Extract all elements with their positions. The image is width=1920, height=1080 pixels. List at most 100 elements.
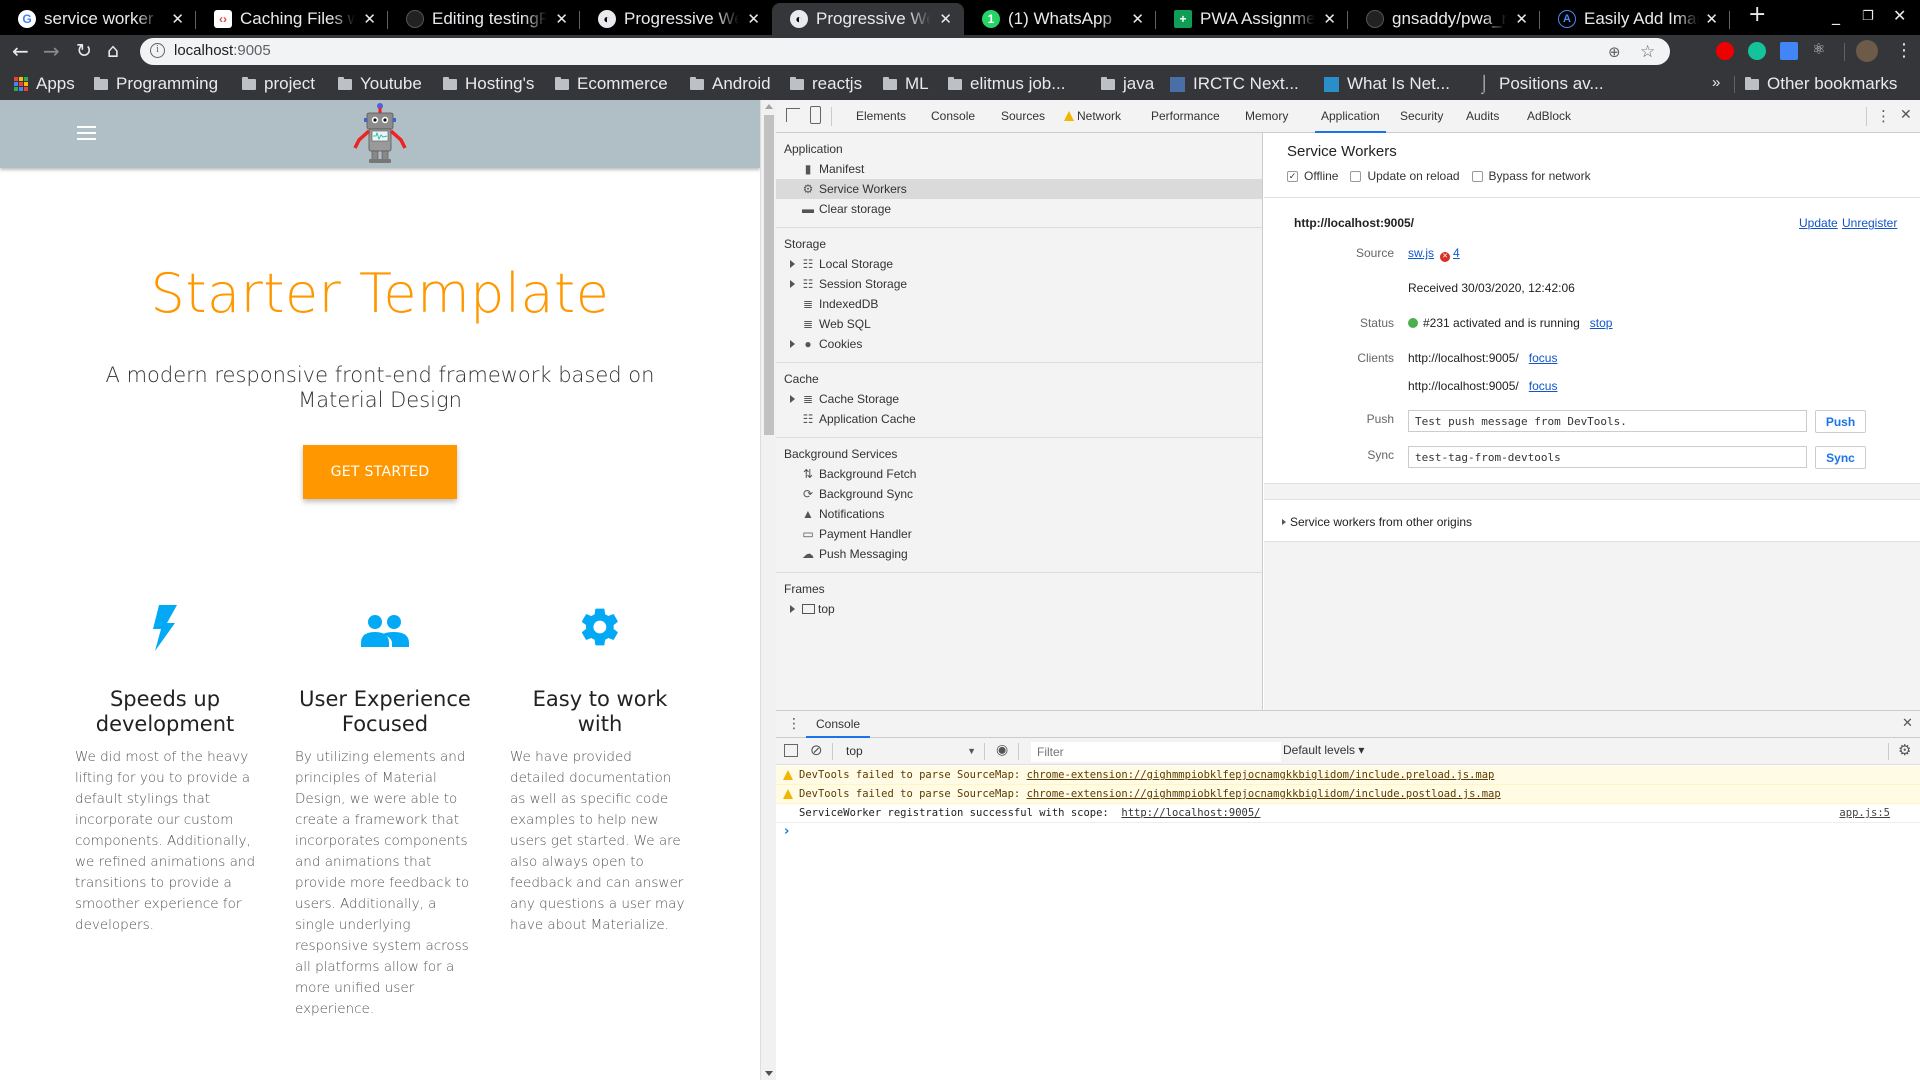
bookmark-folder[interactable]: ML [883,74,929,94]
new-tab-button[interactable]: + [1748,2,1766,27]
reload-button[interactable]: ↻ [76,40,92,62]
checkbox[interactable] [1471,170,1483,182]
update-on-reload-checkbox[interactable]: Update on reload [1350,169,1460,183]
bookmark-folder[interactable]: java [1101,74,1154,94]
close-tab-icon[interactable]: ✕ [747,10,760,28]
update-link[interactable]: Update [1799,216,1838,230]
bookmark-apps[interactable]: Apps [14,74,75,94]
console-filter-input[interactable] [1031,742,1281,762]
bookmark-folder[interactable]: elitmus job... [948,74,1065,94]
console-prompt[interactable]: › [784,824,789,839]
browser-tab[interactable]: Editing testingP ✕ [388,3,580,35]
drawer-menu-icon[interactable]: ⋮ [787,716,801,732]
robot-logo[interactable] [347,102,413,164]
bookmark-link[interactable]: IRCTC Next... [1170,74,1299,94]
sidebar-item-push-messaging[interactable]: ☁ Push Messaging [776,544,1262,564]
expand-arrow-icon[interactable] [790,260,795,268]
browser-tab[interactable]: gnsaddy/pwa_n ✕ [1348,3,1540,35]
push-message-input[interactable] [1408,410,1807,432]
sidebar-item-service-workers[interactable]: ⚙ Service Workers [776,179,1262,199]
push-button[interactable]: Push [1815,410,1866,433]
close-tab-icon[interactable]: ✕ [939,10,952,28]
forward-button[interactable]: → [43,40,60,62]
browser-tab[interactable]: ‹› Caching Files wi ✕ [196,3,388,35]
devtools-tab-security[interactable]: Security [1400,100,1443,133]
close-tab-icon[interactable]: ✕ [1515,10,1528,28]
close-tab-icon[interactable]: ✕ [555,10,568,28]
source-location-link[interactable]: app.js:5 [1839,804,1890,823]
devtools-tab-elements[interactable]: Elements [856,100,906,133]
source-file-link[interactable]: sw.js [1408,246,1434,260]
devtools-tab-console[interactable]: Console [931,100,975,133]
context-select[interactable]: top ▼ [846,742,976,761]
google-translate-extension-icon[interactable] [1780,42,1798,60]
devtools-tab-sources[interactable]: Sources [1001,100,1045,133]
browser-tab[interactable]: 1 (1) WhatsApp ✕ [964,3,1156,35]
restore-button[interactable]: ❐ [1862,9,1874,24]
address-bar[interactable]: i localhost:9005 ☆ ⊕ [140,38,1670,65]
react-devtools-extension-icon[interactable]: ⚛ [1812,40,1830,58]
sidebar-item-background-sync[interactable]: ⟳ Background Sync [776,484,1262,504]
expand-arrow-icon[interactable] [790,395,795,403]
close-tab-icon[interactable]: ✕ [1705,10,1718,28]
sync-tag-input[interactable] [1408,446,1807,468]
bookmark-folder[interactable]: project [242,74,315,94]
bookmark-folder[interactable]: Hosting's [443,74,534,94]
page-scrollbar[interactable] [760,100,776,1080]
sourcemap-link[interactable]: chrome-extension://gighmmpiobklfepjocnam… [1027,769,1495,781]
expand-arrow-icon[interactable] [790,340,795,348]
close-tab-icon[interactable]: ✕ [171,10,184,28]
checkbox[interactable] [1350,170,1362,182]
checkbox-checked[interactable]: ✓ [1287,170,1298,182]
bookmark-link[interactable]: ⌡ Positions av... [1479,74,1604,94]
offline-checkbox[interactable]: ✓ Offline [1287,169,1338,183]
drawer-tab-console[interactable]: Console [806,711,871,738]
sidebar-item-clear-storage[interactable]: ▬ Clear storage [776,199,1262,219]
bookmark-folder[interactable]: Youtube [338,74,422,94]
chrome-menu-button[interactable]: ⋮ [1895,40,1913,62]
home-button[interactable]: ⌂ [107,40,119,62]
clear-console-icon[interactable]: ⊘ [810,741,823,759]
other-origins-toggle[interactable]: Service workers from other origins [1282,515,1472,529]
sidebar-item-background-fetch[interactable]: ⇅ Background Fetch [776,464,1262,484]
expand-arrow-icon[interactable] [790,280,795,288]
close-devtools-icon[interactable]: ✕ [1900,107,1912,123]
bookmark-folder[interactable]: reactjs [790,74,862,94]
close-drawer-icon[interactable]: ✕ [1902,716,1913,731]
error-count-link[interactable]: 4 [1453,246,1460,260]
install-app-icon[interactable]: ⊕ [1608,43,1621,61]
sidebar-item-web-sql[interactable]: ≣ Web SQL [776,314,1262,334]
devtools-tab-network[interactable]: Network [1064,100,1121,133]
devtools-tab-performance[interactable]: Performance [1151,100,1220,133]
devtools-tab-adblock[interactable]: AdBlock [1527,100,1571,133]
sidebar-item-cache-storage[interactable]: ≣ Cache Storage [776,389,1262,409]
devtools-tab-audits[interactable]: Audits [1466,100,1499,133]
sync-button[interactable]: Sync [1815,446,1866,469]
site-info-icon[interactable]: i [150,43,165,58]
close-tab-icon[interactable]: ✕ [363,10,376,28]
scroll-down-arrow[interactable] [765,1071,773,1076]
grammarly-extension-icon[interactable] [1748,42,1766,60]
sidebar-item-payment-handler[interactable]: ▭ Payment Handler [776,524,1262,544]
bookmarks-overflow-button[interactable]: » [1712,74,1720,91]
devtools-menu-icon[interactable]: ⋮ [1876,107,1891,125]
sidebar-item-application-cache[interactable]: ☷ Application Cache [776,409,1262,429]
expand-arrow-icon[interactable] [790,605,795,613]
log-levels-dropdown[interactable]: Default levels ▾ [1283,743,1364,757]
inspect-element-icon[interactable] [786,108,800,122]
sidebar-item-indexeddb[interactable]: ≣ IndexedDB [776,294,1262,314]
url-text[interactable]: localhost:9005 [174,42,271,59]
close-tab-icon[interactable]: ✕ [1323,10,1336,28]
stop-link[interactable]: stop [1590,316,1613,330]
scope-link[interactable]: http://localhost:9005/ [1121,807,1260,819]
console-settings-gear-icon[interactable]: ⚙ [1898,741,1911,759]
sidebar-item-frame-top[interactable]: top [776,599,1262,619]
get-started-button[interactable]: GET STARTED [303,445,457,499]
browser-tab[interactable]: A Easily Add Imag ✕ [1540,3,1730,35]
scrollbar-thumb[interactable] [764,115,774,435]
browser-tab[interactable]: G service worker t ✕ [0,3,196,35]
focus-link[interactable]: focus [1529,379,1558,393]
browser-tab[interactable]: ◐ Progressive Wel ✕ [580,3,772,35]
other-bookmarks[interactable]: Other bookmarks [1745,74,1897,94]
profile-avatar[interactable] [1856,40,1878,62]
